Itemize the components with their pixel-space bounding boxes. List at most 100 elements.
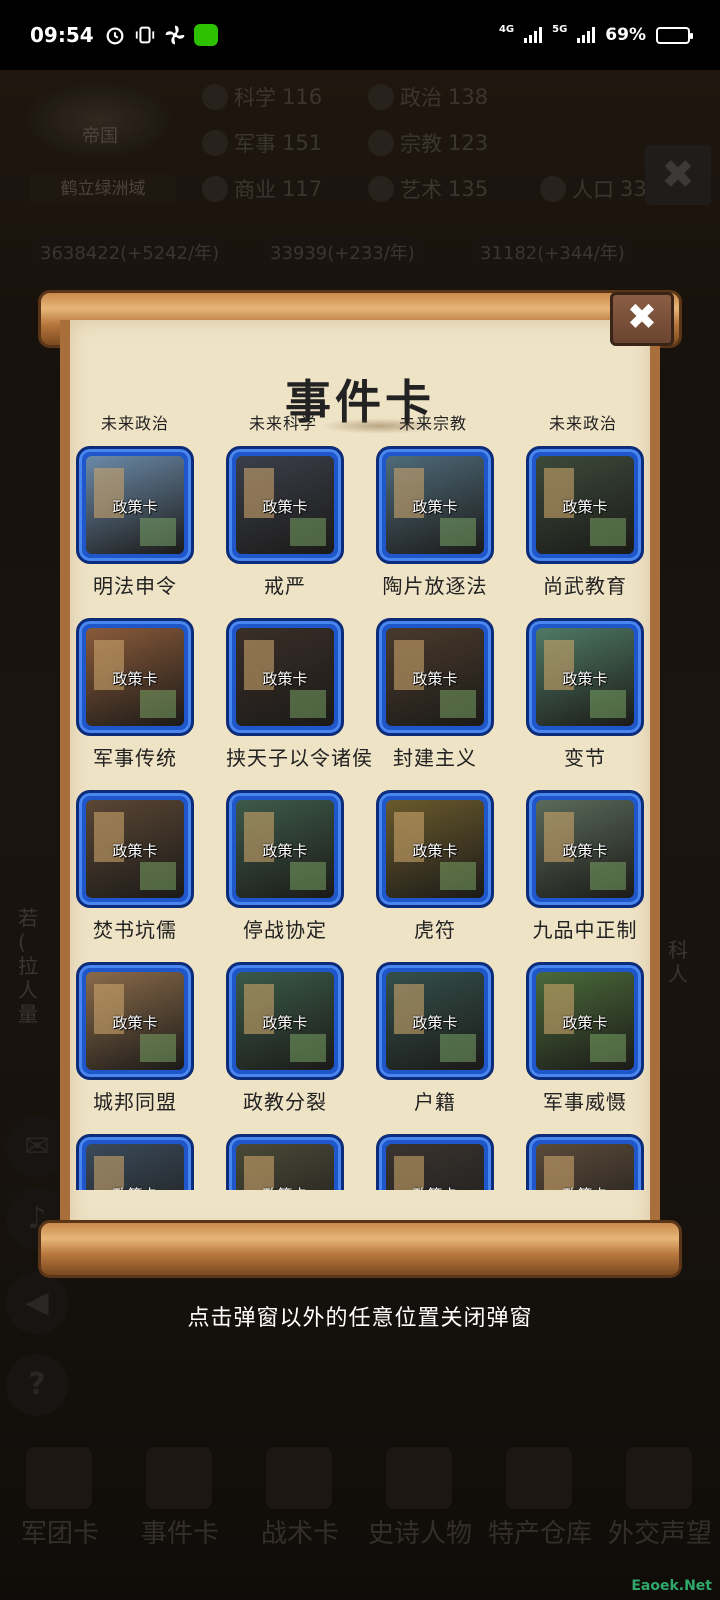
card-frame: 政策卡 xyxy=(226,446,344,564)
card-type-badge: 政策卡 xyxy=(412,498,458,516)
card-frame: 政策卡 xyxy=(376,962,494,1080)
art-detail xyxy=(590,518,626,546)
art-detail xyxy=(140,690,176,718)
policy-card[interactable]: 政策卡挟天子以令诸侯 xyxy=(226,618,373,771)
card-frame: 政策卡 xyxy=(226,790,344,908)
policy-card[interactable]: 政策卡 虎符 xyxy=(376,790,494,943)
card-type-badge: 政策卡 xyxy=(236,1184,334,1190)
policy-card[interactable]: 政策卡 xyxy=(526,1134,644,1190)
card-artwork: 政策卡 xyxy=(536,1144,634,1190)
art-detail xyxy=(140,862,176,890)
category-label: 未来政治 xyxy=(548,414,617,433)
art-detail xyxy=(440,518,476,546)
category-label: 未来科学 xyxy=(248,414,317,433)
card-frame: 政策卡 xyxy=(526,790,644,908)
signal-icon xyxy=(577,27,596,43)
card-type-badge: 政策卡 xyxy=(562,670,608,688)
card-type-badge: 政策卡 xyxy=(86,1184,184,1190)
card-name: 虎符 xyxy=(414,918,456,942)
policy-card[interactable]: 政策卡 尚武教育 xyxy=(526,446,644,599)
card-type-badge: 政策卡 xyxy=(112,670,158,688)
category-label: 未来政治 xyxy=(100,414,169,433)
policy-card[interactable]: 政策卡 戒严 xyxy=(226,446,344,599)
policy-card[interactable]: 政策卡 城邦同盟 xyxy=(76,962,194,1115)
card-name: 陶片放逐法 xyxy=(382,574,488,598)
policy-card[interactable]: 政策卡 xyxy=(226,1134,344,1190)
card-name: 政教分裂 xyxy=(243,1090,327,1114)
policy-card[interactable]: 政策卡 停战协定 xyxy=(226,790,344,943)
card-type-badge: 政策卡 xyxy=(112,498,158,516)
card-type-badge: 政策卡 xyxy=(262,670,308,688)
policy-card[interactable]: 政策卡 xyxy=(376,1134,494,1190)
card-frame: 政策卡 xyxy=(376,618,494,736)
card-type-badge: 政策卡 xyxy=(536,1184,634,1190)
card-artwork: 政策卡 xyxy=(236,628,334,726)
close-hint: 点击弹窗以外的任意位置关闭弹窗 xyxy=(187,1306,533,1331)
card-artwork: 政策卡 xyxy=(536,800,634,898)
vibrate-icon xyxy=(135,26,154,44)
art-detail xyxy=(140,1034,176,1062)
card-name: 城邦同盟 xyxy=(93,1090,177,1114)
battery-percent: 69% xyxy=(605,25,646,45)
card-artwork: 政策卡 xyxy=(86,972,184,1070)
card-frame: 政策卡 xyxy=(376,790,494,908)
art-detail xyxy=(290,690,326,718)
card-frame: 政策卡 xyxy=(526,618,644,736)
card-name: 封建主义 xyxy=(393,746,477,770)
card-frame: 政策卡 xyxy=(226,1134,344,1190)
policy-card[interactable]: 政策卡 封建主义 xyxy=(376,618,494,771)
card-artwork: 政策卡 xyxy=(386,456,484,554)
card-frame: 政策卡 xyxy=(376,446,494,564)
card-name: 明法申令 xyxy=(93,574,177,598)
card-name: 军事威慑 xyxy=(543,1090,627,1114)
card-frame: 政策卡 xyxy=(226,618,344,736)
card-type-badge: 政策卡 xyxy=(262,842,308,860)
card-type-badge: 政策卡 xyxy=(412,670,458,688)
policy-card[interactable]: 政策卡 陶片放逐法 xyxy=(376,446,494,599)
close-button[interactable]: ✖ xyxy=(610,292,674,346)
card-name: 九品中正制 xyxy=(532,918,638,942)
card-type-badge: 政策卡 xyxy=(562,842,608,860)
policy-card[interactable]: 政策卡 xyxy=(76,1134,194,1190)
art-detail xyxy=(290,518,326,546)
policy-card[interactable]: 政策卡 军事威慑 xyxy=(526,962,644,1115)
card-type-badge: 政策卡 xyxy=(112,1014,158,1032)
card-artwork: 政策卡 xyxy=(386,800,484,898)
policy-card[interactable]: 政策卡 变节 xyxy=(526,618,644,771)
policy-card[interactable]: 政策卡 军事传统 xyxy=(76,618,194,771)
card-name: 戒严 xyxy=(264,574,306,598)
card-artwork: 政策卡 xyxy=(86,456,184,554)
scroll-rod-bottom xyxy=(38,1220,682,1278)
policy-card[interactable]: 政策卡 政教分裂 xyxy=(226,962,344,1115)
card-name: 焚书坑儒 xyxy=(93,918,177,942)
policy-card[interactable]: 政策卡 焚书坑儒 xyxy=(76,790,194,943)
policy-card[interactable]: 政策卡 九品中正制 xyxy=(526,790,644,943)
signal-icon xyxy=(524,27,543,43)
card-grid[interactable]: 未来政治 未来科学 未来宗教 未来政治 政策卡 明法申令 政策卡 戒严 政策卡 陶片放逐法… xyxy=(76,400,646,1190)
network-5g-label: 5G xyxy=(552,23,568,35)
card-artwork: 政策卡 xyxy=(236,1144,334,1190)
status-time: 09:54 xyxy=(30,23,94,47)
card-name: 挟天子以令诸侯 xyxy=(226,746,373,770)
card-artwork: 政策卡 xyxy=(386,628,484,726)
card-frame: 政策卡 xyxy=(526,1134,644,1190)
card-frame: 政策卡 xyxy=(526,962,644,1080)
card-artwork: 政策卡 xyxy=(536,456,634,554)
art-detail xyxy=(140,518,176,546)
card-name: 停战协定 xyxy=(243,918,327,942)
card-frame: 政策卡 xyxy=(76,446,194,564)
policy-card[interactable]: 政策卡 明法申令 xyxy=(76,446,194,599)
status-bar: 09:54 4G 5G 69% xyxy=(0,0,720,70)
policy-card[interactable]: 政策卡 户籍 xyxy=(376,962,494,1115)
art-detail xyxy=(590,862,626,890)
card-artwork: 政策卡 xyxy=(386,972,484,1070)
art-detail xyxy=(590,690,626,718)
card-artwork: 政策卡 xyxy=(236,800,334,898)
card-type-badge: 政策卡 xyxy=(386,1184,484,1190)
card-type-badge: 政策卡 xyxy=(412,1014,458,1032)
art-detail xyxy=(290,1034,326,1062)
card-type-badge: 政策卡 xyxy=(262,1014,308,1032)
card-artwork: 政策卡 xyxy=(86,628,184,726)
card-frame: 政策卡 xyxy=(526,446,644,564)
battery-icon xyxy=(656,26,693,44)
